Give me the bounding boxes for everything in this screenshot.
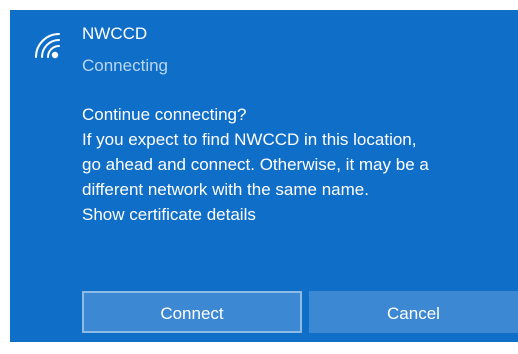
cancel-button[interactable]: Cancel	[309, 291, 518, 333]
prompt-line: If you expect to find NWCCD in this loca…	[82, 130, 417, 149]
show-certificate-details-link[interactable]: Show certificate details	[82, 202, 429, 227]
prompt-line: different network with the same name.	[82, 180, 369, 199]
connection-message: Continue connecting? If you expect to fi…	[82, 102, 429, 227]
network-name: NWCCD	[82, 24, 148, 43]
connection-status: Connecting	[82, 56, 169, 75]
connect-button[interactable]: Connect	[82, 291, 302, 333]
prompt-question: Continue connecting?	[82, 105, 247, 124]
wifi-connect-flyout: NWCCD Connecting Continue connecting? If…	[10, 10, 518, 342]
wifi-icon	[32, 30, 62, 60]
prompt-line: go ahead and connect. Otherwise, it may …	[82, 155, 429, 174]
